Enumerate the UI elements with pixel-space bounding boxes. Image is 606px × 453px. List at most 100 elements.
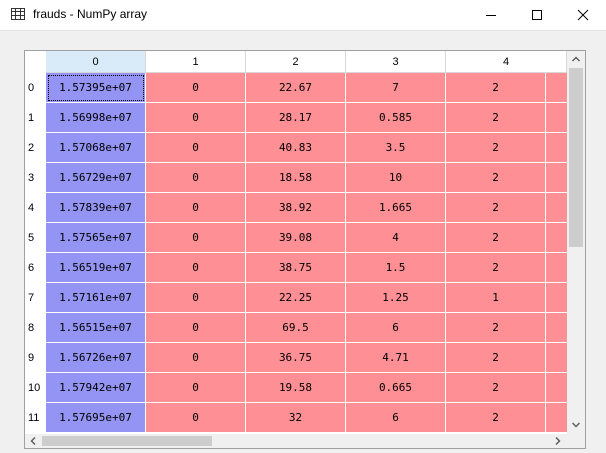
table-cell[interactable]: 1.57395e+07 — [46, 73, 146, 103]
table-cell-partial[interactable] — [546, 313, 567, 343]
table-cell[interactable]: 1.56515e+07 — [46, 313, 146, 343]
table-cell[interactable]: 1.57839e+07 — [46, 193, 146, 223]
table-cell[interactable]: 2 — [446, 403, 546, 433]
scroll-up-button[interactable] — [567, 51, 585, 68]
table-cell[interactable]: 1.57068e+07 — [46, 133, 146, 163]
horizontal-scroll-thumb[interactable] — [42, 436, 212, 446]
row-header-11[interactable]: 11 — [25, 403, 46, 433]
table-cell[interactable]: 0 — [146, 133, 246, 163]
table-cell[interactable]: 0 — [146, 193, 246, 223]
table-cell-partial[interactable] — [546, 373, 567, 403]
table-cell[interactable]: 28.17 — [246, 103, 346, 133]
table-cell[interactable]: 1.57161e+07 — [46, 283, 146, 313]
table-cell[interactable]: 2 — [446, 223, 546, 253]
table-cell[interactable]: 2 — [446, 73, 546, 103]
table-cell[interactable]: 2 — [446, 373, 546, 403]
row-header-4[interactable]: 4 — [25, 193, 46, 223]
row-header-2[interactable]: 2 — [25, 133, 46, 163]
column-header-0[interactable]: 0 — [46, 51, 146, 73]
column-header-3[interactable]: 3 — [346, 51, 446, 73]
table-cell[interactable]: 1.57565e+07 — [46, 223, 146, 253]
row-header-3[interactable]: 3 — [25, 163, 46, 193]
row-header-0[interactable]: 0 — [25, 73, 46, 103]
row-header-6[interactable]: 6 — [25, 253, 46, 283]
column-header-1[interactable]: 1 — [146, 51, 246, 73]
table-cell[interactable]: 40.83 — [246, 133, 346, 163]
table-cell[interactable]: 1 — [446, 283, 546, 313]
table-cell[interactable]: 1.56998e+07 — [46, 103, 146, 133]
table-cell[interactable]: 2 — [446, 103, 546, 133]
minimize-button[interactable] — [468, 0, 514, 30]
table-cell[interactable]: 4 — [346, 223, 446, 253]
table-cell[interactable]: 22.67 — [246, 73, 346, 103]
table-cell[interactable]: 3.5 — [346, 133, 446, 163]
table-cell-partial[interactable] — [546, 343, 567, 373]
table-cell[interactable]: 4.71 — [346, 343, 446, 373]
table-cell-partial[interactable] — [546, 133, 567, 163]
table-cell[interactable]: 6 — [346, 313, 446, 343]
vertical-scroll-thumb[interactable] — [569, 68, 583, 247]
table-cell[interactable]: 0.585 — [346, 103, 446, 133]
table-cell[interactable]: 0 — [146, 403, 246, 433]
vertical-scrollbar[interactable] — [567, 51, 585, 434]
row-header-9[interactable]: 9 — [25, 343, 46, 373]
table-cell[interactable]: 32 — [246, 403, 346, 433]
scroll-right-button[interactable] — [550, 434, 567, 448]
table-cell[interactable]: 10 — [346, 163, 446, 193]
table-cell[interactable]: 0 — [146, 343, 246, 373]
table-cell[interactable]: 2 — [446, 133, 546, 163]
row-header-8[interactable]: 8 — [25, 313, 46, 343]
table-cell[interactable]: 1.665 — [346, 193, 446, 223]
table-cell-partial[interactable] — [546, 103, 567, 133]
table-cell-partial[interactable] — [546, 193, 567, 223]
table-cell-partial[interactable] — [546, 163, 567, 193]
table-cell[interactable]: 22.25 — [246, 283, 346, 313]
row-header-10[interactable]: 10 — [25, 373, 46, 403]
table-cell[interactable]: 0 — [146, 73, 246, 103]
table-cell[interactable]: 36.75 — [246, 343, 346, 373]
horizontal-scrollbar[interactable] — [25, 434, 567, 448]
table-cell[interactable]: 2 — [446, 253, 546, 283]
table-cell-partial[interactable] — [546, 253, 567, 283]
table-cell[interactable]: 69.5 — [246, 313, 346, 343]
table-cell[interactable]: 2 — [446, 193, 546, 223]
table-cell[interactable]: 1.56726e+07 — [46, 343, 146, 373]
table-cell-partial[interactable] — [546, 283, 567, 313]
table-cell[interactable]: 18.58 — [246, 163, 346, 193]
table-cell[interactable]: 0 — [146, 373, 246, 403]
table-cell[interactable]: 19.58 — [246, 373, 346, 403]
row-header-5[interactable]: 5 — [25, 223, 46, 253]
table-cell[interactable]: 1.56729e+07 — [46, 163, 146, 193]
scroll-down-button[interactable] — [567, 417, 585, 434]
column-header-4[interactable]: 4 — [446, 51, 567, 73]
table-cell[interactable]: 1.57695e+07 — [46, 403, 146, 433]
table-cell[interactable]: 1.25 — [346, 283, 446, 313]
table-cell[interactable]: 38.75 — [246, 253, 346, 283]
table-cell[interactable]: 0 — [146, 253, 246, 283]
table-cell[interactable]: 7 — [346, 73, 446, 103]
table-cell[interactable]: 0 — [146, 163, 246, 193]
table-cell[interactable]: 1.57942e+07 — [46, 373, 146, 403]
table-cell-partial[interactable] — [546, 403, 567, 433]
table-cell[interactable]: 2 — [446, 313, 546, 343]
table-cell[interactable]: 2 — [446, 343, 546, 373]
row-header-1[interactable]: 1 — [25, 103, 46, 133]
table-cell-partial[interactable] — [546, 223, 567, 253]
close-button[interactable] — [560, 0, 606, 30]
table-cell[interactable]: 0 — [146, 313, 246, 343]
table-cell[interactable]: 6 — [346, 403, 446, 433]
table-cell[interactable]: 38.92 — [246, 193, 346, 223]
table-cell[interactable]: 1.56519e+07 — [46, 253, 146, 283]
table-cell-partial[interactable] — [546, 73, 567, 103]
maximize-button[interactable] — [514, 0, 560, 30]
row-header-7[interactable]: 7 — [25, 283, 46, 313]
column-header-2[interactable]: 2 — [246, 51, 346, 73]
table-cell[interactable]: 0 — [146, 103, 246, 133]
table-cell[interactable]: 39.08 — [246, 223, 346, 253]
scroll-left-button[interactable] — [25, 434, 42, 448]
table-cell[interactable]: 2 — [446, 163, 546, 193]
table-cell[interactable]: 0.665 — [346, 373, 446, 403]
table-cell[interactable]: 0 — [146, 283, 246, 313]
table-cell[interactable]: 0 — [146, 223, 246, 253]
table-cell[interactable]: 1.5 — [346, 253, 446, 283]
